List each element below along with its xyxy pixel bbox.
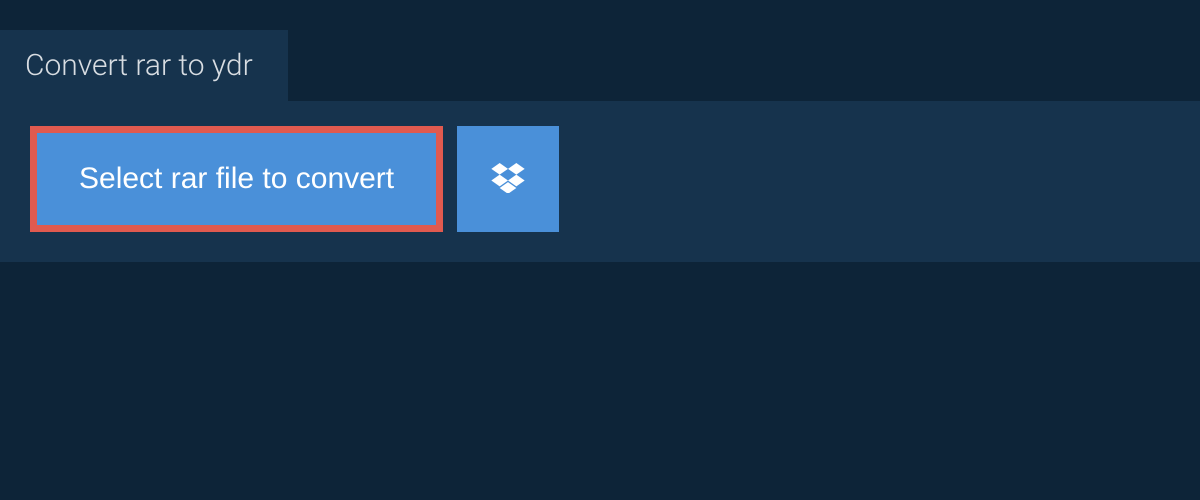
- tab-container: Convert rar to ydr: [0, 0, 1200, 101]
- converter-widget: Convert rar to ydr Select rar file to co…: [0, 0, 1200, 262]
- tab-label: Convert rar to ydr: [25, 48, 253, 83]
- select-file-label: Select rar file to convert: [79, 162, 394, 195]
- select-file-highlight: Select rar file to convert: [30, 126, 443, 232]
- upload-panel: Select rar file to convert: [0, 101, 1200, 262]
- dropbox-icon: [491, 163, 525, 196]
- button-row: Select rar file to convert: [30, 126, 1170, 232]
- tab-convert[interactable]: Convert rar to ydr: [0, 30, 288, 101]
- dropbox-button[interactable]: [457, 126, 559, 232]
- select-file-button[interactable]: Select rar file to convert: [37, 133, 436, 225]
